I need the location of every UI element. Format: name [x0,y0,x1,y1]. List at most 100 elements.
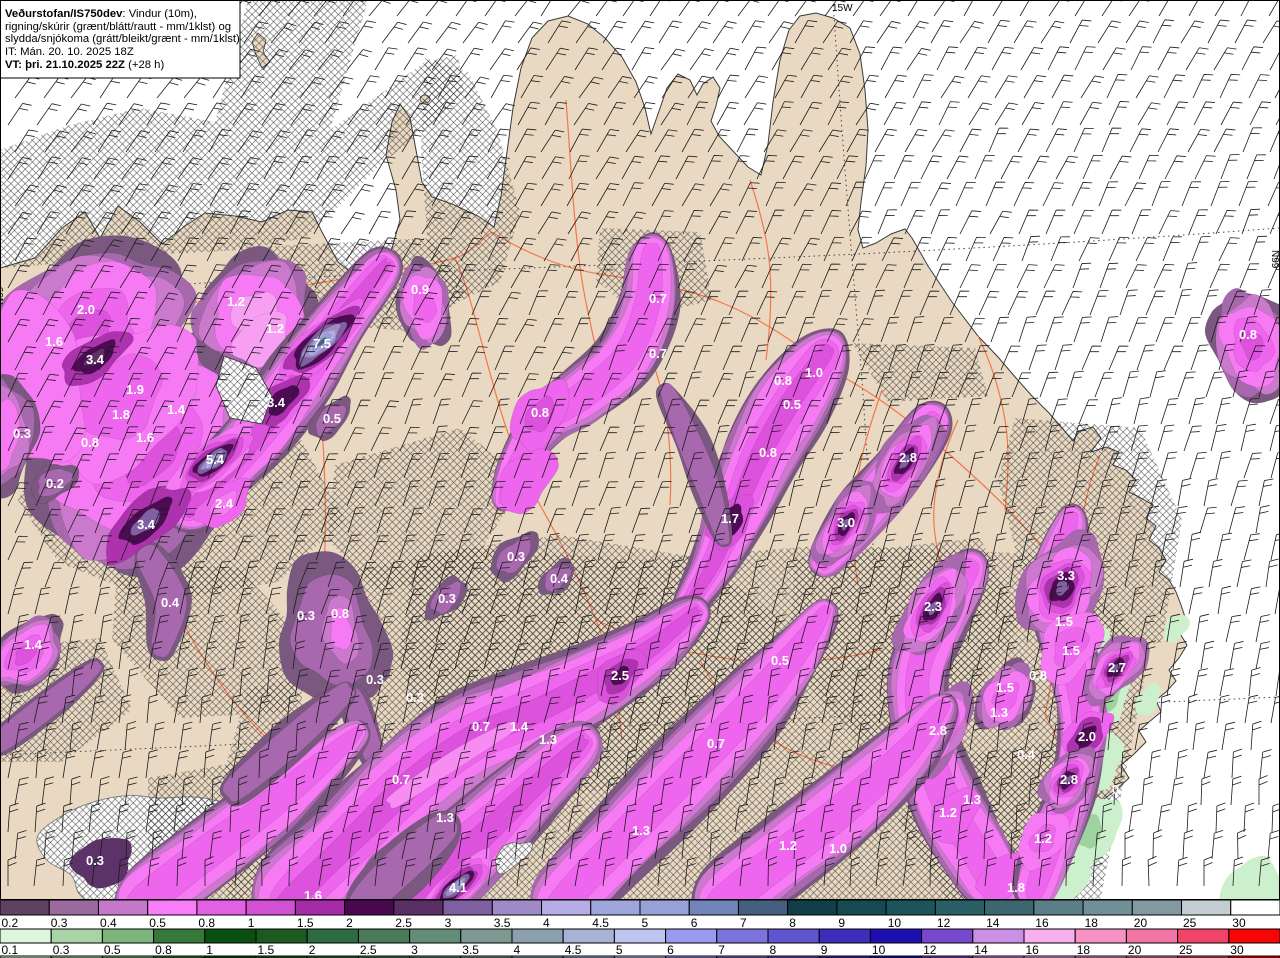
svg-text:8: 8 [770,943,777,957]
svg-text:3.5: 3.5 [494,916,511,930]
svg-text:0.5: 0.5 [783,397,801,412]
svg-text:3.3: 3.3 [1057,568,1075,583]
svg-text:1.5: 1.5 [1062,643,1080,658]
svg-text:0.1: 0.1 [2,943,19,957]
svg-text:9: 9 [821,943,828,957]
svg-text:10: 10 [872,943,886,957]
svg-text:25: 25 [1179,943,1193,957]
svg-text:0.8: 0.8 [1239,327,1257,342]
svg-text:0.8: 0.8 [1029,668,1047,683]
svg-text:0.4: 0.4 [550,571,569,586]
svg-text:0.4: 0.4 [161,595,180,610]
svg-text:0.8: 0.8 [531,405,549,420]
svg-text:1.4: 1.4 [510,719,529,734]
svg-text:3.4: 3.4 [137,517,156,532]
svg-text:1.2: 1.2 [939,805,957,820]
svg-text:1: 1 [248,916,255,930]
svg-text:4: 4 [543,916,550,930]
svg-text:2.8: 2.8 [899,450,917,465]
svg-text:0.5: 0.5 [149,916,166,930]
svg-text:5.4: 5.4 [206,452,225,467]
svg-text:7: 7 [740,916,747,930]
svg-text:1.8: 1.8 [112,407,130,422]
svg-text:1.3: 1.3 [436,810,454,825]
svg-text:0.4: 0.4 [1017,747,1036,762]
svg-text:VT: þri. 21.10.2025 22Z (+28 h: VT: þri. 21.10.2025 22Z (+28 h) [5,59,164,71]
svg-text:4: 4 [514,943,521,957]
svg-text:2.5: 2.5 [395,916,412,930]
svg-text:0.3: 0.3 [53,943,70,957]
svg-text:0.8: 0.8 [774,373,792,388]
svg-text:4.5: 4.5 [592,916,609,930]
svg-text:12: 12 [923,943,937,957]
svg-text:14: 14 [986,916,1000,930]
svg-text:4.1: 4.1 [449,880,467,895]
svg-text:2.0: 2.0 [1078,729,1096,744]
svg-text:20: 20 [1134,916,1148,930]
svg-text:3.4: 3.4 [86,352,105,367]
svg-text:0.7: 0.7 [707,736,725,751]
svg-text:N99: N99 [1269,250,1280,269]
svg-text:1.5: 1.5 [258,943,275,957]
svg-text:0.7: 0.7 [649,346,667,361]
svg-text:0.8: 0.8 [81,435,99,450]
svg-text:0.2: 0.2 [46,476,64,491]
svg-text:0.4: 0.4 [100,916,117,930]
svg-text:20: 20 [1128,943,1142,957]
svg-text:1.3: 1.3 [990,705,1008,720]
svg-text:1.4: 1.4 [24,637,43,652]
svg-text:3: 3 [411,943,418,957]
svg-text:0.5: 0.5 [104,943,121,957]
svg-text:10: 10 [888,916,902,930]
svg-text:15W: 15W [832,3,853,14]
svg-text:2.7: 2.7 [1108,660,1126,675]
svg-text:1.0: 1.0 [829,841,847,856]
svg-text:2: 2 [309,943,316,957]
svg-text:0.8: 0.8 [759,445,777,460]
svg-text:7: 7 [718,943,725,957]
svg-text:2.0: 2.0 [77,302,95,317]
svg-text:5: 5 [616,943,623,957]
svg-text:1.3: 1.3 [632,823,650,838]
svg-text:0.2: 0.2 [2,916,19,930]
svg-text:16: 16 [1026,943,1040,957]
svg-text:2: 2 [346,916,353,930]
svg-text:2.3: 2.3 [924,599,942,614]
svg-text:0.7: 0.7 [649,291,667,306]
svg-text:slydda/snjókoma (grátt/bleikt/: slydda/snjókoma (grátt/bleikt/grænt - mm… [5,33,240,45]
svg-text:0.3: 0.3 [13,426,31,441]
svg-text:0.8: 0.8 [331,606,349,621]
svg-text:1.5: 1.5 [1055,614,1073,629]
svg-text:rigning/skúrir (grænt/blátt/ra: rigning/skúrir (grænt/blátt/rautt - mm/1… [5,21,231,33]
svg-text:0.9: 0.9 [411,282,429,297]
svg-text:3.5: 3.5 [462,943,479,957]
svg-text:12: 12 [937,916,951,930]
svg-text:1.6: 1.6 [136,430,154,445]
svg-text:30: 30 [1232,916,1246,930]
svg-text:0.7: 0.7 [392,772,410,787]
svg-text:1.7: 1.7 [721,511,739,526]
svg-text:18: 18 [1085,916,1099,930]
svg-text:0.3: 0.3 [297,608,315,623]
svg-text:0.8: 0.8 [155,943,172,957]
svg-text:IT: Mán. 20. 10. 2025 18Z: IT: Mán. 20. 10. 2025 18Z [5,46,134,58]
svg-text:0.3: 0.3 [507,549,525,564]
svg-text:16: 16 [1035,916,1049,930]
svg-text:1.2: 1.2 [779,838,797,853]
svg-text:9: 9 [838,916,845,930]
svg-text:1.4: 1.4 [167,402,186,417]
svg-text:1.6: 1.6 [45,334,63,349]
svg-text:0.7: 0.7 [472,719,490,734]
svg-text:25: 25 [1183,916,1197,930]
svg-text:5: 5 [642,916,649,930]
svg-text:2.8: 2.8 [929,723,947,738]
svg-text:14: 14 [974,943,988,957]
svg-text:4.5: 4.5 [565,943,582,957]
svg-text:1.3: 1.3 [539,732,557,747]
svg-text:0.3: 0.3 [1112,782,1130,797]
svg-text:2.8: 2.8 [1060,772,1078,787]
svg-text:1.9: 1.9 [126,382,144,397]
svg-text:0.5: 0.5 [323,411,341,426]
svg-text:1.3: 1.3 [963,792,981,807]
svg-text:0.3: 0.3 [51,916,68,930]
